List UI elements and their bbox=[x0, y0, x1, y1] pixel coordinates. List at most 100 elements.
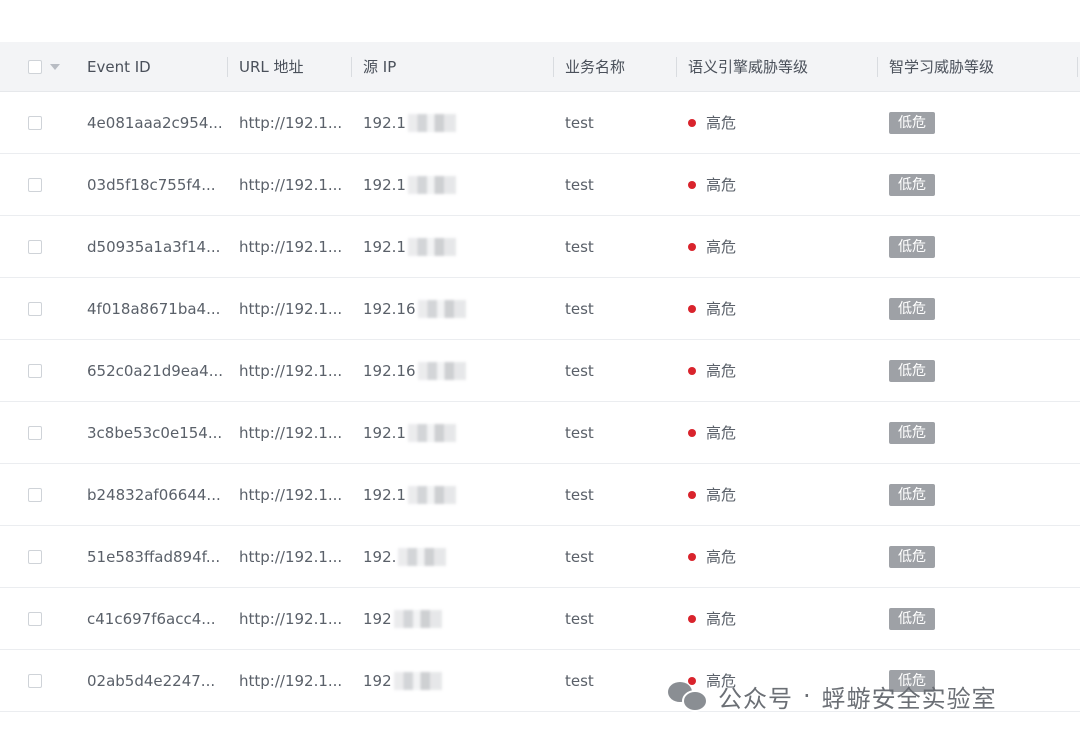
semantic-threat-cell: 高危 bbox=[688, 278, 868, 339]
source-ip-cell: 192.16 bbox=[363, 278, 543, 339]
semantic-threat-level: 高危 bbox=[706, 610, 737, 628]
low-risk-badge: 低危 bbox=[889, 173, 935, 196]
table-row[interactable]: 51e583ffad894f... http://192.1... 192. t… bbox=[0, 526, 1080, 588]
select-all-cell[interactable] bbox=[28, 42, 78, 91]
table-row[interactable]: 03d5f18c755f4... http://192.1... 192.1 t… bbox=[0, 154, 1080, 216]
row-checkbox[interactable] bbox=[28, 549, 42, 564]
column-divider[interactable] bbox=[351, 57, 352, 77]
source-ip-cell: 192.1 bbox=[363, 402, 543, 463]
semantic-threat-level: 高危 bbox=[706, 176, 737, 194]
url-cell[interactable]: http://192.1... bbox=[239, 340, 349, 401]
business-name-cell: test bbox=[565, 175, 594, 194]
url-cell[interactable]: http://192.1... bbox=[239, 588, 349, 649]
row-checkbox[interactable] bbox=[28, 673, 42, 688]
row-select-cell[interactable] bbox=[28, 216, 78, 277]
semantic-threat-cell: 高危 bbox=[688, 402, 868, 463]
row-checkbox[interactable] bbox=[28, 301, 42, 316]
header-source-ip[interactable]: 源 IP bbox=[363, 42, 543, 91]
header-intel-threat[interactable]: 智学习威胁等级 bbox=[889, 42, 1069, 91]
row-checkbox[interactable] bbox=[28, 239, 42, 254]
url-cell[interactable]: http://192.1... bbox=[239, 650, 349, 711]
column-divider[interactable] bbox=[553, 57, 554, 77]
intel-threat-cell: 低危 bbox=[889, 464, 1069, 525]
table-row[interactable]: c41c697f6acc4... http://192.1... 192 tes… bbox=[0, 588, 1080, 650]
url-cell[interactable]: http://192.1... bbox=[239, 526, 349, 587]
row-select-cell[interactable] bbox=[28, 92, 78, 153]
event-id-cell[interactable]: 652c0a21d9ea4... bbox=[87, 340, 227, 401]
url-cell[interactable]: http://192.1... bbox=[239, 464, 349, 525]
column-divider[interactable] bbox=[227, 57, 228, 77]
event-id-cell[interactable]: 51e583ffad894f... bbox=[87, 526, 227, 587]
semantic-threat-level: 高危 bbox=[706, 548, 737, 566]
url-cell[interactable]: http://192.1... bbox=[239, 278, 349, 339]
select-all-checkbox[interactable] bbox=[28, 59, 42, 74]
high-risk-dot-icon bbox=[688, 304, 696, 313]
event-id-cell[interactable]: c41c697f6acc4... bbox=[87, 588, 227, 649]
business-name-cell: test bbox=[565, 361, 594, 380]
table-row[interactable]: 3c8be53c0e154... http://192.1... 192.1 t… bbox=[0, 402, 1080, 464]
source-ip-text: 192.1 bbox=[363, 175, 406, 194]
row-select-cell[interactable] bbox=[28, 278, 78, 339]
table-body: 4e081aaa2c954... http://192.1... 192.1 t… bbox=[0, 92, 1080, 712]
table-row[interactable]: b24832af06644... http://192.1... 192.1 t… bbox=[0, 464, 1080, 526]
table-row[interactable]: 652c0a21d9ea4... http://192.1... 192.16 … bbox=[0, 340, 1080, 402]
event-id-cell[interactable]: 4e081aaa2c954... bbox=[87, 92, 227, 153]
low-risk-badge: 低危 bbox=[889, 483, 935, 506]
redacted-ip-mask bbox=[417, 299, 466, 318]
table-row[interactable]: 4f018a8671ba4... http://192.1... 192.16 … bbox=[0, 278, 1080, 340]
semantic-threat-cell: 高危 bbox=[688, 340, 868, 401]
intel-threat-cell: 低危 bbox=[889, 526, 1069, 587]
redacted-ip-mask bbox=[407, 237, 456, 256]
column-divider[interactable] bbox=[676, 57, 677, 77]
event-id-cell[interactable]: b24832af06644... bbox=[87, 464, 227, 525]
row-checkbox[interactable] bbox=[28, 115, 42, 130]
event-list-page: Event ID URL 地址 源 IP 业务名称 语义引擎威胁等级 智学习威胁… bbox=[0, 0, 1080, 738]
header-event-id[interactable]: Event ID bbox=[87, 42, 227, 91]
event-id-cell[interactable]: 3c8be53c0e154... bbox=[87, 402, 227, 463]
url-cell[interactable]: http://192.1... bbox=[239, 92, 349, 153]
redacted-ip-mask bbox=[398, 547, 447, 566]
row-checkbox[interactable] bbox=[28, 363, 42, 378]
table-row[interactable]: 4e081aaa2c954... http://192.1... 192.1 t… bbox=[0, 92, 1080, 154]
table-row[interactable]: d50935a1a3f14... http://192.1... 192.1 t… bbox=[0, 216, 1080, 278]
source-ip-cell: 192.16 bbox=[363, 340, 543, 401]
row-checkbox[interactable] bbox=[28, 177, 42, 192]
business-name-cell: test bbox=[565, 423, 594, 442]
intel-threat-cell: 低危 bbox=[889, 278, 1069, 339]
row-select-cell[interactable] bbox=[28, 526, 78, 587]
row-checkbox[interactable] bbox=[28, 425, 42, 440]
row-select-cell[interactable] bbox=[28, 340, 78, 401]
event-id-cell[interactable]: 02ab5d4e2247... bbox=[87, 650, 227, 711]
url-cell[interactable]: http://192.1... bbox=[239, 216, 349, 277]
row-select-cell[interactable] bbox=[28, 464, 78, 525]
source-ip-cell: 192.1 bbox=[363, 92, 543, 153]
row-checkbox[interactable] bbox=[28, 487, 42, 502]
source-ip-cell: 192.1 bbox=[363, 464, 543, 525]
row-checkbox[interactable] bbox=[28, 611, 42, 626]
row-select-cell[interactable] bbox=[28, 402, 78, 463]
redacted-ip-mask bbox=[417, 361, 466, 380]
high-risk-dot-icon bbox=[688, 242, 696, 251]
source-ip-text: 192. bbox=[363, 547, 397, 566]
event-id-cell[interactable]: d50935a1a3f14... bbox=[87, 216, 227, 277]
semantic-threat-level: 高危 bbox=[706, 114, 737, 132]
source-ip-text: 192 bbox=[363, 671, 392, 690]
semantic-threat-cell: 高危 bbox=[688, 464, 868, 525]
low-risk-badge: 低危 bbox=[889, 421, 935, 444]
semantic-threat-cell: 高危 bbox=[688, 526, 868, 587]
select-menu-caret-icon[interactable] bbox=[50, 63, 60, 70]
column-divider[interactable] bbox=[1077, 57, 1078, 77]
row-select-cell[interactable] bbox=[28, 650, 78, 711]
row-select-cell[interactable] bbox=[28, 154, 78, 215]
url-cell[interactable]: http://192.1... bbox=[239, 402, 349, 463]
header-url[interactable]: URL 地址 bbox=[239, 42, 349, 91]
column-divider[interactable] bbox=[877, 57, 878, 77]
source-ip-text: 192.1 bbox=[363, 485, 406, 504]
header-business-name[interactable]: 业务名称 bbox=[565, 42, 675, 91]
event-id-cell[interactable]: 4f018a8671ba4... bbox=[87, 278, 227, 339]
header-semantic-threat[interactable]: 语义引擎威胁等级 bbox=[688, 42, 868, 91]
source-ip-text: 192.16 bbox=[363, 361, 416, 380]
url-cell[interactable]: http://192.1... bbox=[239, 154, 349, 215]
event-id-cell[interactable]: 03d5f18c755f4... bbox=[87, 154, 227, 215]
row-select-cell[interactable] bbox=[28, 588, 78, 649]
